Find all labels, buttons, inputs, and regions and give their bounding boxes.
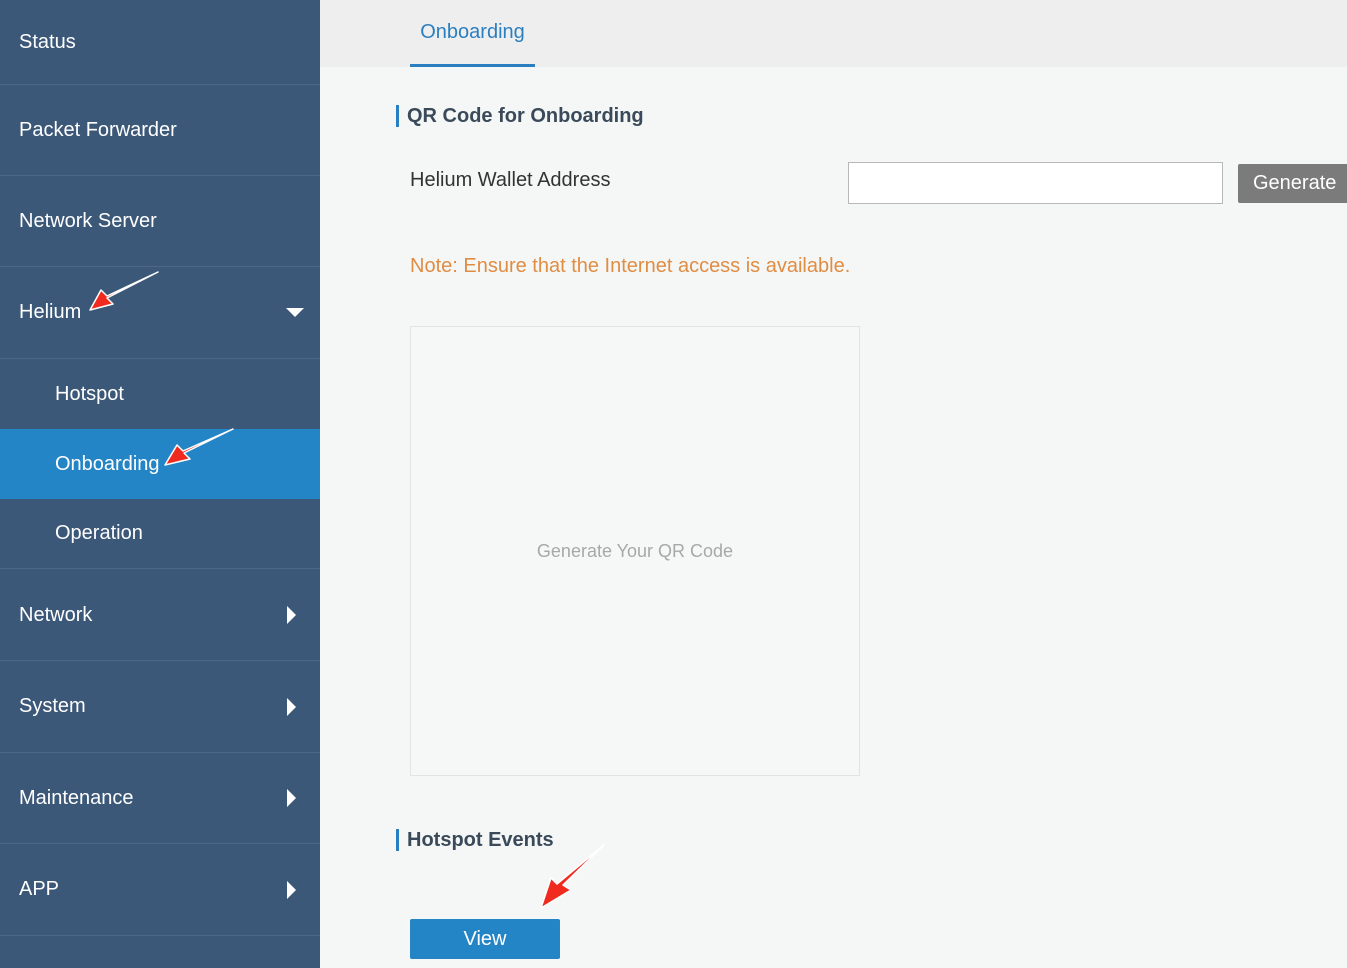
sidebar-item-label: System bbox=[19, 695, 86, 717]
sidebar-item-onboarding[interactable]: Onboarding bbox=[0, 429, 320, 499]
sidebar-item-label: Network bbox=[19, 603, 93, 626]
sidebar: Status Packet Forwarder Network Server H… bbox=[0, 0, 320, 968]
chevron-down-icon bbox=[286, 307, 304, 317]
sidebar-item-label: Helium bbox=[19, 301, 82, 323]
sidebar-item-label: Operation bbox=[55, 522, 143, 544]
sidebar-item-label: Hotspot bbox=[55, 382, 124, 405]
sidebar-item-label: Maintenance bbox=[19, 786, 134, 809]
sidebar-item-hotspot[interactable]: Hotspot bbox=[0, 359, 320, 429]
qr-placeholder-text: Generate Your QR Code bbox=[536, 540, 734, 561]
tab-bar: Onboarding bbox=[320, 0, 1347, 67]
generate-button[interactable]: Generate bbox=[1238, 164, 1347, 203]
wallet-address-label: Helium Wallet Address bbox=[410, 169, 611, 191]
sidebar-item-maintenance[interactable]: Maintenance bbox=[0, 753, 320, 844]
chevron-right-icon bbox=[287, 606, 296, 624]
sidebar-item-label: Network Server bbox=[19, 209, 157, 232]
wallet-address-input[interactable] bbox=[848, 162, 1223, 204]
sidebar-item-helium[interactable]: Helium bbox=[0, 267, 320, 359]
sidebar-item-app[interactable]: APP bbox=[0, 844, 320, 936]
chevron-right-icon bbox=[287, 697, 296, 716]
sidebar-item-network-server[interactable]: Network Server bbox=[0, 176, 320, 267]
qr-section-title: QR Code for Onboarding bbox=[396, 105, 644, 127]
sidebar-item-label: APP bbox=[19, 878, 60, 900]
sidebar-item-packet-forwarder[interactable]: Packet Forwarder bbox=[0, 85, 320, 176]
view-button[interactable]: View bbox=[410, 919, 560, 959]
chevron-right-icon bbox=[287, 789, 296, 807]
chevron-right-icon bbox=[287, 880, 296, 899]
sidebar-item-system[interactable]: System bbox=[0, 661, 320, 753]
internet-note: Note: Ensure that the Internet access is… bbox=[410, 255, 851, 277]
sidebar-item-label: Packet Forwarder bbox=[19, 118, 177, 141]
qr-code-area: Generate Your QR Code bbox=[410, 326, 860, 776]
tab-onboarding[interactable]: Onboarding bbox=[410, 0, 535, 67]
sidebar-item-operation[interactable]: Operation bbox=[0, 499, 320, 569]
sidebar-item-network[interactable]: Network bbox=[0, 570, 320, 661]
hotspot-events-title: Hotspot Events bbox=[396, 829, 554, 851]
sidebar-item-label: Status bbox=[19, 30, 76, 53]
annotation-arrow-icon bbox=[540, 844, 605, 909]
sidebar-item-status[interactable]: Status bbox=[0, 0, 320, 85]
sidebar-item-label: Onboarding bbox=[55, 452, 160, 475]
